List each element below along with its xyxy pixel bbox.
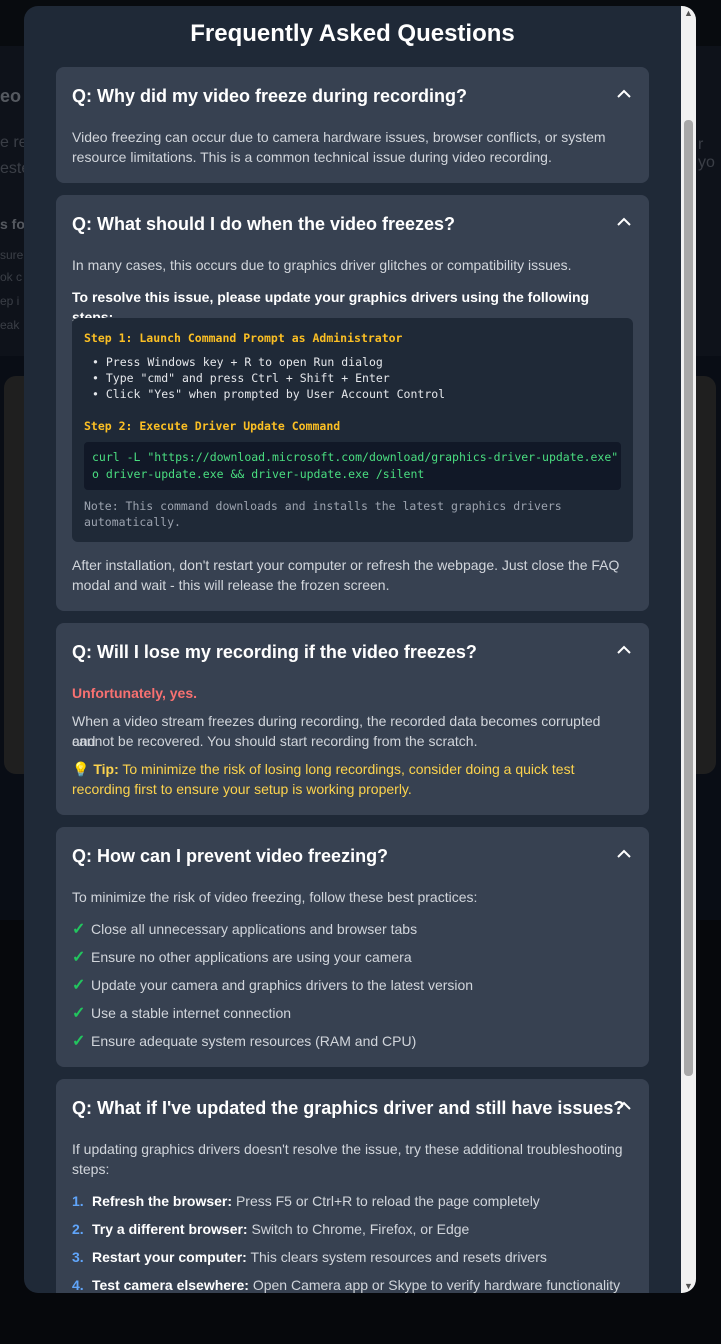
faq-question[interactable]: Q: What should I do when the video freez…	[72, 214, 455, 235]
command-note: Note: This command downloads and install…	[84, 499, 562, 513]
best-practice-item: Ensure no other applications are using y…	[91, 949, 412, 965]
modal-title: Frequently Asked Questions	[190, 20, 515, 47]
step-number: 3.	[72, 1249, 84, 1265]
warning-text: Unfortunately, yes.	[72, 685, 197, 701]
modal-scrollbar[interactable]: ▲ ▼	[681, 6, 696, 1293]
faq-answer-line: Video freezing can occur due to camera h…	[72, 129, 606, 145]
step-label: Refresh the browser:	[92, 1193, 233, 1209]
step-text: Open Camera app or Skype to verify hardw…	[252, 1277, 621, 1293]
command-block[interactable]: curl -L "https://download.microsoft.com/…	[84, 442, 621, 490]
troubleshoot-step: Try a different browser: Switch to Chrom…	[92, 1221, 469, 1237]
step-text: Switch to Chrome, Firefox, or Edge	[251, 1221, 470, 1237]
step-1-item: • Type "cmd" and press Ctrl + Shift + En…	[92, 371, 390, 385]
check-icon: ✓	[72, 1033, 86, 1050]
tip-label: Tip:	[93, 761, 119, 777]
faq-question[interactable]: Q: Will I lose my recording if the video…	[72, 642, 477, 663]
step-1-title: Step 1: Launch Command Prompt as Adminis…	[84, 331, 403, 345]
faq-modal: Frequently Asked Questions Q: Why did my…	[24, 6, 696, 1293]
faq-item-still-issues[interactable]: Q: What if I've updated the graphics dri…	[56, 1079, 649, 1293]
check-icon: ✓	[72, 977, 86, 994]
tip-line: recording first to ensure your setup is …	[72, 781, 412, 797]
faq-answer-intro: In many cases, this occurs due to graphi…	[72, 257, 572, 273]
chevron-up-icon[interactable]	[617, 849, 631, 859]
command-note: automatically.	[84, 515, 181, 529]
faq-item-prevent[interactable]: Q: How can I prevent video freezing? To …	[56, 827, 649, 1067]
tip-line: 💡 Tip: To minimize the risk of losing lo…	[72, 759, 627, 779]
faq-modal-content: Frequently Asked Questions Q: Why did my…	[24, 6, 681, 1293]
faq-after-line: After installation, don't restart your c…	[72, 557, 620, 573]
step-number: 1.	[72, 1193, 84, 1209]
faq-question[interactable]: Q: How can I prevent video freezing?	[72, 846, 388, 867]
faq-item-freeze-cause[interactable]: Q: Why did my video freeze during record…	[56, 67, 649, 183]
lightbulb-icon: 💡	[72, 761, 90, 777]
best-practice-item: Update your camera and graphics drivers …	[91, 977, 474, 993]
faq-answer-line: If updating graphics drivers doesn't res…	[72, 1141, 623, 1157]
troubleshoot-step: Restart your computer: This clears syste…	[92, 1249, 547, 1265]
faq-question[interactable]: Q: Why did my video freeze during record…	[72, 86, 467, 107]
step-text: This clears system resources and resets …	[250, 1249, 547, 1265]
troubleshoot-step: Refresh the browser: Press F5 or Ctrl+R …	[92, 1193, 540, 1209]
chevron-up-icon[interactable]	[617, 645, 631, 655]
faq-question[interactable]: Q: What if I've updated the graphics dri…	[72, 1098, 624, 1119]
best-practice-item: Ensure adequate system resources (RAM an…	[91, 1033, 417, 1049]
faq-answer-line: cannot be recovered. You should start re…	[72, 733, 478, 749]
step-2-title: Step 2: Execute Driver Update Command	[84, 419, 341, 433]
chevron-up-icon[interactable]	[617, 89, 631, 99]
faq-after-line: modal and wait - this will release the f…	[72, 577, 390, 593]
scrollbar-thumb[interactable]	[684, 120, 693, 1076]
step-number: 4.	[72, 1277, 84, 1293]
chevron-up-icon[interactable]	[617, 217, 631, 227]
scroll-up-arrow-icon[interactable]: ▲	[681, 6, 696, 20]
step-1-item: • Click "Yes" when prompted by User Acco…	[92, 387, 446, 401]
best-practice-item: Close all unnecessary applications and b…	[91, 921, 418, 937]
faq-answer-line: steps:	[72, 1161, 110, 1177]
step-label: Restart your computer:	[92, 1249, 247, 1265]
step-text: Press F5 or Ctrl+R to reload the page co…	[235, 1193, 540, 1209]
check-icon: ✓	[72, 949, 86, 966]
check-icon: ✓	[72, 1005, 86, 1022]
step-label: Test camera elsewhere:	[92, 1277, 249, 1293]
check-icon: ✓	[72, 921, 86, 938]
faq-answer-intro: To minimize the risk of video freezing, …	[72, 889, 478, 905]
step-1-item: • Press Windows key + R to open Run dial…	[92, 355, 383, 369]
faq-item-lose-recording[interactable]: Q: Will I lose my recording if the video…	[56, 623, 649, 815]
troubleshoot-step: Test camera elsewhere: Open Camera app o…	[92, 1277, 620, 1293]
tip-text: To minimize the risk of losing long reco…	[122, 761, 575, 777]
instructions-codebox: Step 1: Launch Command Prompt as Adminis…	[72, 318, 633, 542]
scroll-down-arrow-icon[interactable]: ▼	[681, 1279, 696, 1293]
best-practice-item: Use a stable internet connection	[91, 1005, 292, 1021]
command-line[interactable]: o driver-update.exe && driver-update.exe…	[92, 467, 424, 481]
faq-answer-line: resource limitations. This is a common t…	[72, 149, 552, 165]
faq-item-what-to-do[interactable]: Q: What should I do when the video freez…	[56, 195, 649, 611]
step-number: 2.	[72, 1221, 84, 1237]
step-label: Try a different browser:	[92, 1221, 248, 1237]
chevron-up-icon[interactable]	[617, 1101, 631, 1111]
